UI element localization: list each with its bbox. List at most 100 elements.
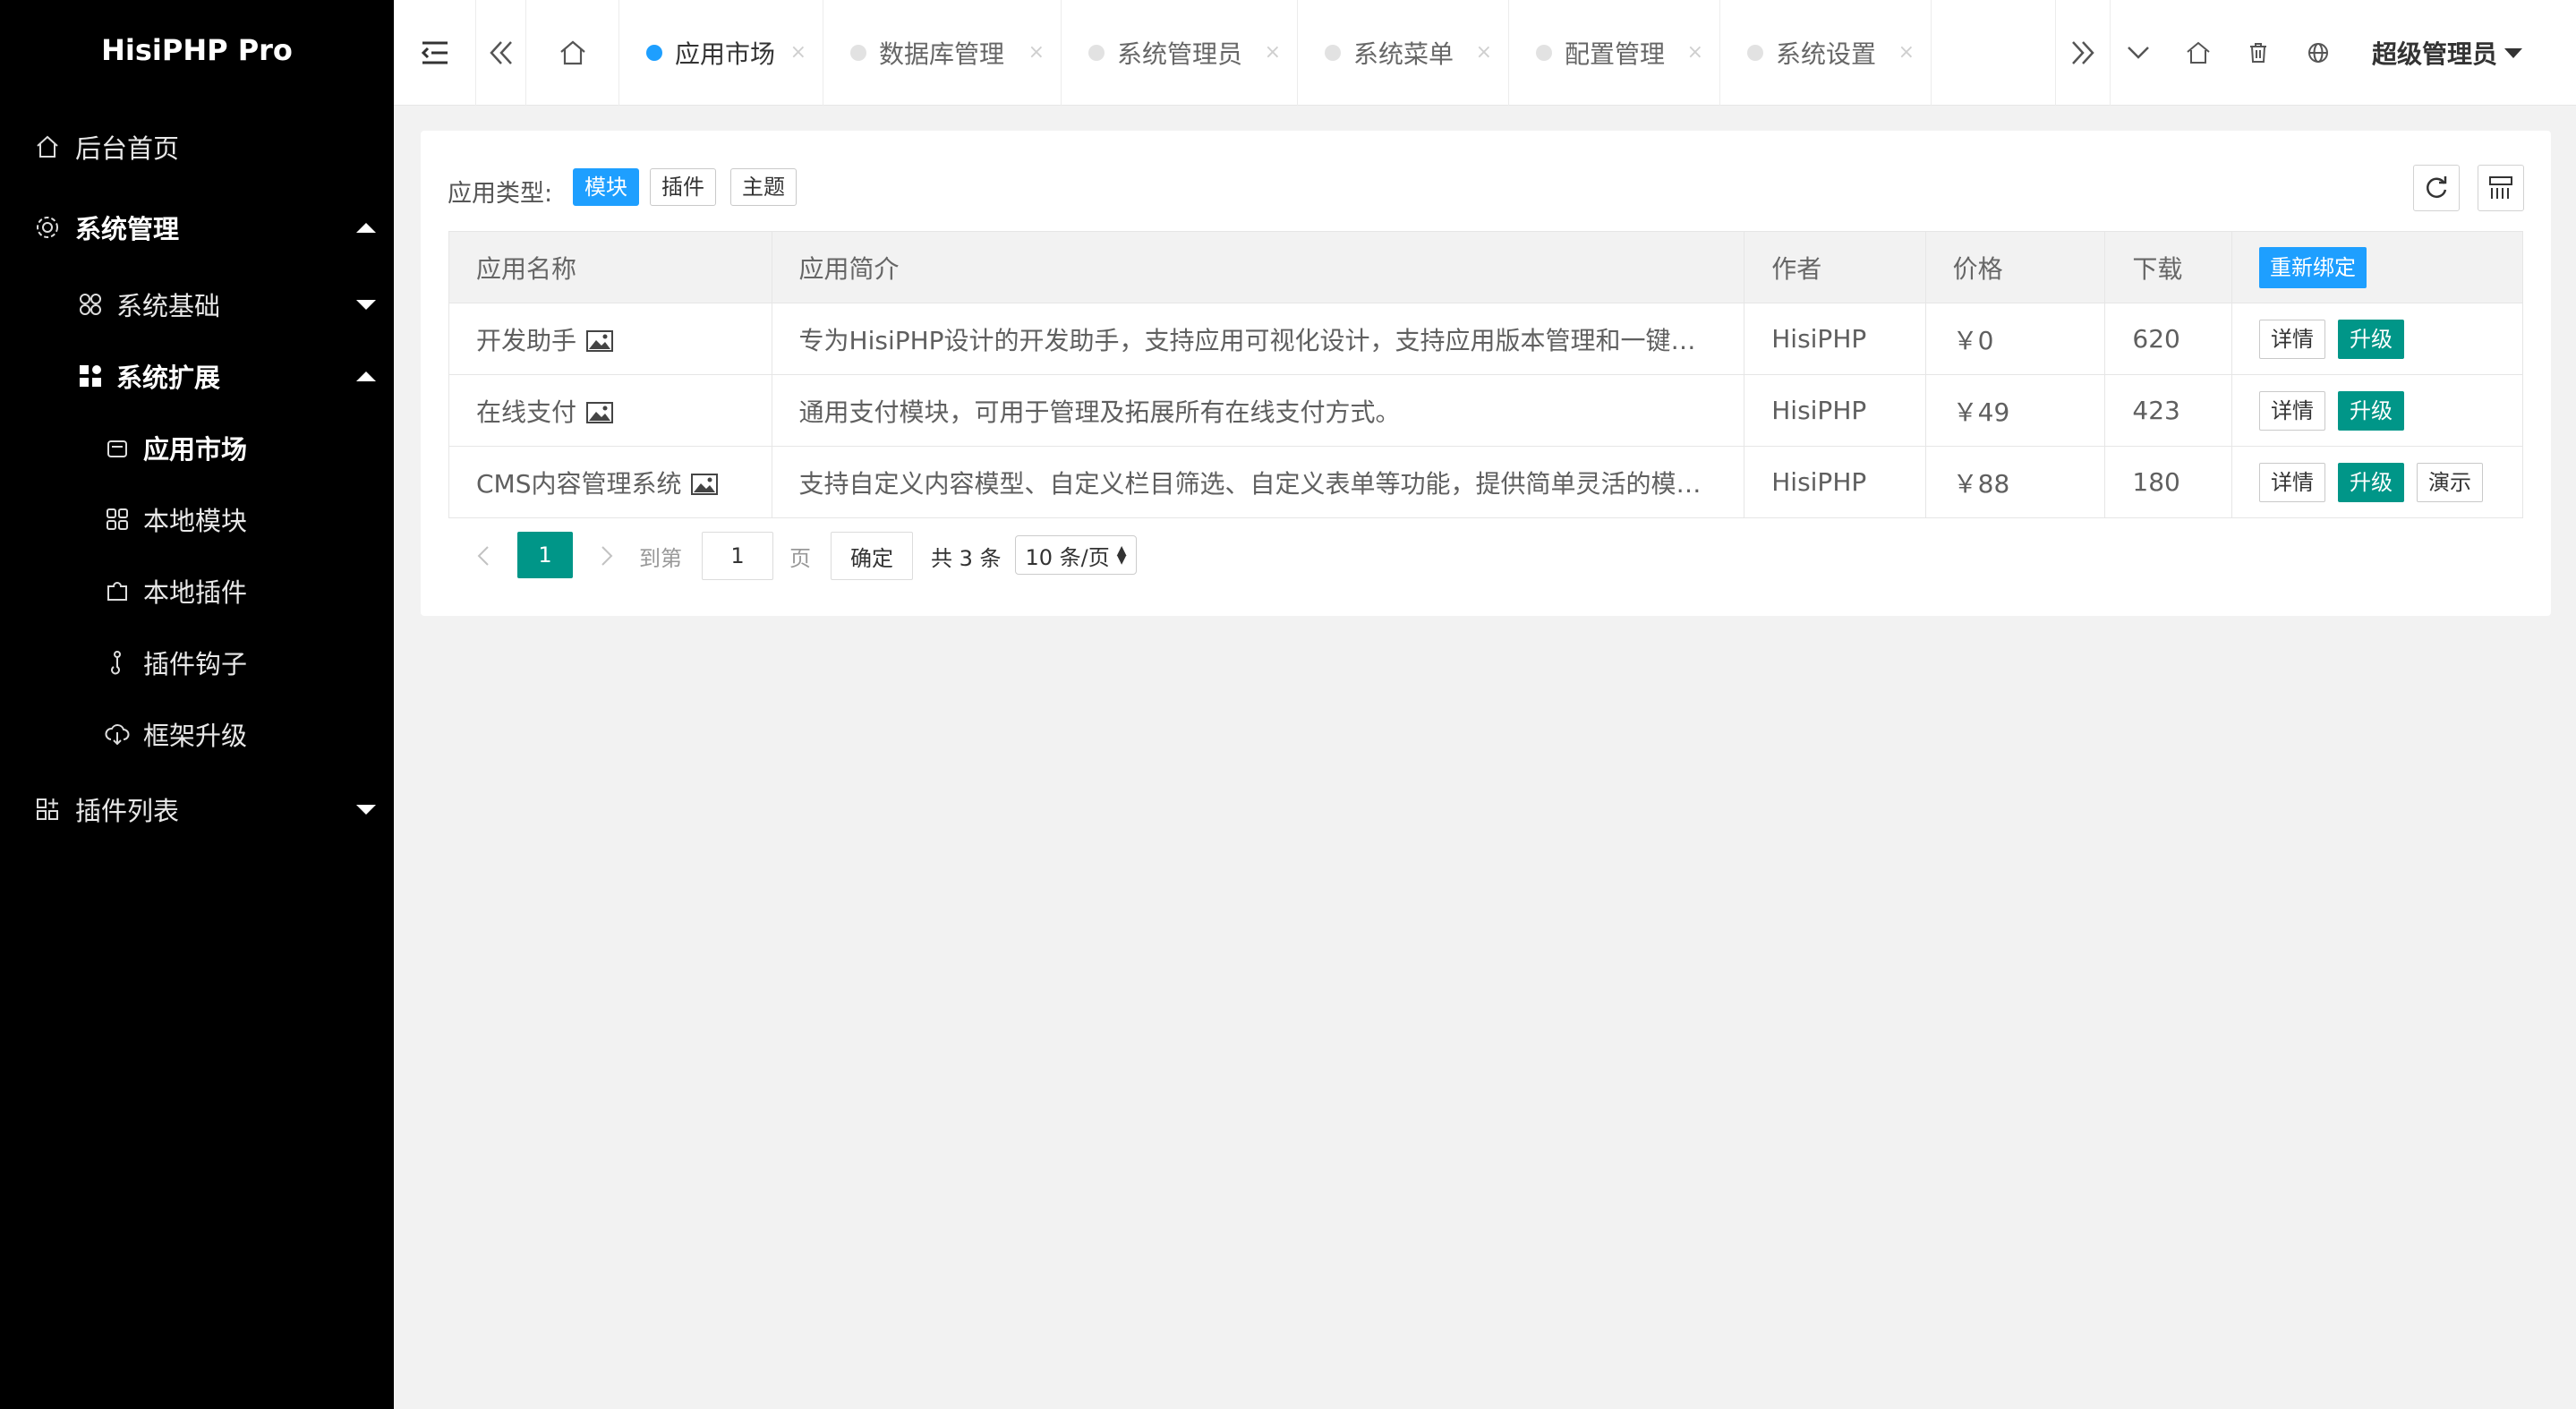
app-author-cell: HisiPHP <box>1744 374 1926 447</box>
updown-icon: ▲ ▼ <box>1116 543 1127 567</box>
app-logo[interactable]: HisiPHP Pro <box>0 0 394 100</box>
sidebar: HisiPHP Pro 后台首页 系统管理 系统基础 系统扩展 应用市场 本地模… <box>0 0 394 1409</box>
filter-option-plugin[interactable]: 插件 <box>650 168 716 206</box>
tabs-scroll-right-button[interactable] <box>2055 0 2111 106</box>
total-count: 共 3 条 <box>931 545 1002 571</box>
tab-config[interactable]: 配置管理 × <box>1509 0 1720 106</box>
double-chevron-left-icon <box>489 39 514 66</box>
chevron-right-icon <box>601 545 613 567</box>
detail-button[interactable]: 详情 <box>2258 319 2325 359</box>
filter-option-theme[interactable]: 主题 <box>730 168 797 206</box>
caret-down-icon <box>356 804 376 815</box>
detail-button[interactable]: 详情 <box>2258 390 2325 431</box>
demo-button[interactable]: 演示 <box>2416 462 2483 502</box>
tab-database[interactable]: 数据库管理 × <box>823 0 1062 106</box>
page-1-button[interactable]: 1 <box>517 532 573 578</box>
columns-toggle-button[interactable] <box>2478 165 2524 211</box>
sidebar-item-label: 本地插件 <box>143 577 248 608</box>
tab-menu[interactable]: 系统菜单 × <box>1298 0 1509 106</box>
close-icon[interactable]: × <box>790 41 806 64</box>
app-price-cell: ￥88 <box>1924 446 2106 518</box>
tab-admins[interactable]: 系统管理员 × <box>1062 0 1298 106</box>
goto-page-input[interactable] <box>702 532 773 580</box>
user-name: 超级管理员 <box>2372 39 2498 69</box>
top-header: 应用市场 × 数据库管理 × 系统管理员 × 系统菜单 × 配置管理 × 系统设… <box>394 0 2576 106</box>
tab-label: 配置管理 <box>1565 39 1666 69</box>
sidebar-item-system-base[interactable]: 系统基础 <box>0 269 394 340</box>
upgrade-button[interactable]: 升级 <box>2337 390 2404 431</box>
globe-icon <box>2307 41 2330 64</box>
blocks-icon <box>77 363 104 389</box>
app-downloads-cell: 423 <box>2104 374 2232 447</box>
chevron-left-icon <box>477 545 490 567</box>
sidebar-item-label: 插件钩子 <box>143 649 248 679</box>
tabs-dropdown-button[interactable] <box>2111 0 2166 106</box>
sidebar-item-label: 系统基础 <box>116 291 221 321</box>
prev-page-button[interactable] <box>469 535 498 576</box>
sidebar-item-system-ext[interactable]: 系统扩展 <box>0 340 394 412</box>
image-icon[interactable] <box>585 329 614 353</box>
tab-label: 系统设置 <box>1776 39 1877 69</box>
upgrade-button[interactable]: 升级 <box>2337 462 2404 502</box>
close-icon[interactable]: × <box>1898 41 1915 64</box>
goto-label: 到第 <box>639 545 682 571</box>
tab-label: 数据库管理 <box>879 39 1005 69</box>
sidebar-item-plugin-list[interactable]: 插件列表 <box>0 773 394 845</box>
app-name[interactable]: CMS内容管理系统 <box>476 469 681 499</box>
app-desc-cell: 专为HisiPHP设计的开发助手，支持应用可视化设计，支持应用版本管理和一键… <box>771 303 1745 375</box>
app-actions-cell: 详情 升级 演示 <box>2231 446 2524 518</box>
tab-settings[interactable]: 系统设置 × <box>1720 0 1932 106</box>
user-menu[interactable]: 超级管理员 <box>2372 0 2523 106</box>
rebind-button[interactable]: 重新绑定 <box>2258 246 2367 288</box>
app-name[interactable]: 在线支付 <box>476 397 576 427</box>
column-header-price[interactable]: 价格 <box>1924 231 2106 303</box>
table-row: 开发助手 专为HisiPHP设计的开发助手，支持应用可视化设计，支持应用版本管理… <box>448 303 2524 375</box>
tabs-scroll-left-button[interactable] <box>476 0 526 106</box>
column-header-actions: 重新绑定 <box>2231 231 2524 303</box>
tab-app-market[interactable]: 应用市场 × <box>619 0 823 106</box>
sidebar-item-plugin-hooks[interactable]: 插件钩子 <box>0 627 394 698</box>
chevron-down-icon <box>2127 46 2150 60</box>
home-button[interactable] <box>2168 0 2229 106</box>
image-icon[interactable] <box>690 473 719 496</box>
column-header-author[interactable]: 作者 <box>1744 231 1926 303</box>
refresh-button[interactable] <box>2413 165 2460 211</box>
caret-up-icon <box>356 371 376 381</box>
refresh-icon <box>2423 175 2450 201</box>
inactive-dot <box>1536 45 1552 61</box>
collapse-sidebar-button[interactable] <box>394 0 476 106</box>
filter-option-module[interactable]: 模块 <box>573 168 639 206</box>
close-icon[interactable]: × <box>1265 41 1281 64</box>
home-tab-button[interactable] <box>526 0 619 106</box>
detail-button[interactable]: 详情 <box>2258 462 2325 502</box>
upgrade-button[interactable]: 升级 <box>2337 319 2404 359</box>
app-name-cell: 在线支付 <box>448 374 772 447</box>
sidebar-item-label: 系统扩展 <box>116 363 221 393</box>
circles-icon <box>77 291 104 318</box>
goto-confirm-button[interactable]: 确定 <box>831 532 913 580</box>
column-header-downloads[interactable]: 下载 <box>2104 231 2232 303</box>
clear-cache-button[interactable] <box>2229 0 2288 106</box>
image-icon[interactable] <box>585 401 614 424</box>
close-icon[interactable]: × <box>1687 41 1703 64</box>
next-page-button[interactable] <box>593 535 621 576</box>
sidebar-item-home[interactable]: 后台首页 <box>0 111 394 183</box>
sidebar-item-local-plugins[interactable]: 本地插件 <box>0 555 394 627</box>
sidebar-item-app-market[interactable]: 应用市场 <box>0 412 394 483</box>
page-size-select[interactable]: 10 条/页 ▲ ▼ <box>1015 535 1137 575</box>
column-header-desc[interactable]: 应用简介 <box>771 231 1745 303</box>
sidebar-item-system[interactable]: 系统管理 <box>0 192 394 263</box>
home-icon <box>2186 41 2211 64</box>
close-icon[interactable]: × <box>1028 41 1045 64</box>
sidebar-item-framework-upgrade[interactable]: 框架升级 <box>0 698 394 770</box>
sidebar-item-label: 插件列表 <box>75 796 180 826</box>
app-name[interactable]: 开发助手 <box>476 326 576 355</box>
tab-label: 系统菜单 <box>1353 39 1454 69</box>
close-icon[interactable]: × <box>1476 41 1492 64</box>
table-row: CMS内容管理系统 支持自定义内容模型、自定义栏目筛选、自定义表单等功能，提供简… <box>448 446 2524 518</box>
language-button[interactable] <box>2288 0 2349 106</box>
column-header-name[interactable]: 应用名称 <box>448 231 772 303</box>
table-header-row: 应用名称 应用简介 作者 价格 下载 重新绑定 <box>448 231 2524 303</box>
app-desc-cell: 通用支付模块，可用于管理及拓展所有在线支付方式。 <box>771 374 1745 447</box>
sidebar-item-local-modules[interactable]: 本地模块 <box>0 483 394 555</box>
